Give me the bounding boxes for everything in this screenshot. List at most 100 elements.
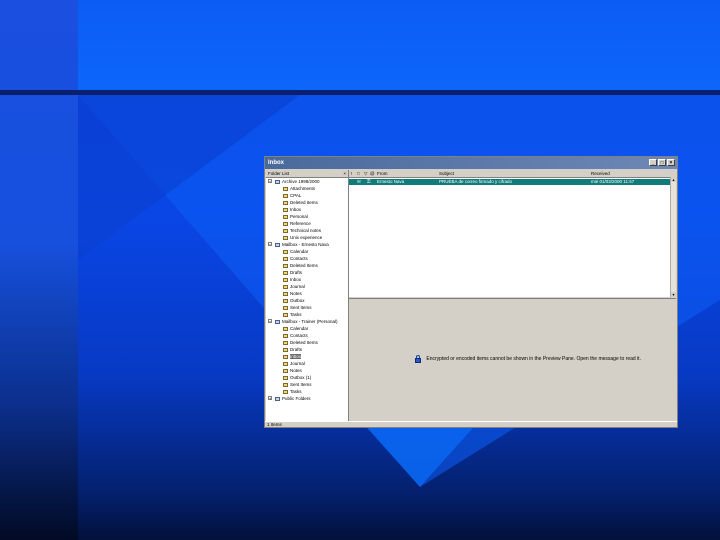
maximize-button[interactable]: □ <box>658 159 666 166</box>
tree-folder-item[interactable]: Outbox (1) <box>266 374 348 381</box>
tree-item-label: Tasks <box>290 389 302 394</box>
expand-icon[interactable]: + <box>268 396 272 401</box>
tree-folder-item[interactable]: Tasks <box>266 311 348 318</box>
scroll-up-arrow-icon[interactable]: ▴ <box>671 177 676 182</box>
folder-icon <box>283 347 288 352</box>
folder-icon <box>283 214 288 219</box>
folder-icon <box>283 249 288 254</box>
tree-item-label: Notes <box>290 368 302 373</box>
folder-icon <box>283 375 288 380</box>
tree-store-item[interactable]: + Public Folders <box>266 395 348 402</box>
tree-folder-item[interactable]: Journal <box>266 283 348 290</box>
message-list-header: ! □ ▽ @ From Subject Received <box>349 170 676 178</box>
tree-folder-item[interactable]: Contacts <box>266 332 348 339</box>
folder-list-close-icon[interactable]: × <box>343 170 346 177</box>
tree-folder-item[interactable]: Contacts <box>266 255 348 262</box>
minimize-button[interactable]: _ <box>649 159 657 166</box>
preview-pane: Encrypted or encoded items cannot be sho… <box>349 298 676 422</box>
folder-icon <box>283 270 288 275</box>
close-button[interactable]: × <box>667 159 675 166</box>
folder-list-title: Folder List <box>268 171 290 176</box>
folder-icon <box>283 368 288 373</box>
tree-item-label: Inbox <box>290 354 302 359</box>
folder-icon <box>283 186 288 191</box>
tree-folder-item[interactable]: Deleted Items <box>266 199 348 206</box>
window-title: Inbox <box>268 160 284 166</box>
tree-folder-item[interactable]: Journal <box>266 360 348 367</box>
message-list-scrollbar[interactable]: ▴ ▾ <box>670 177 676 297</box>
tree-folder-item[interactable]: Reference <box>266 220 348 227</box>
tree-item-label: Tasks <box>290 312 302 317</box>
message-received: mié 01/03/2000 11:57 <box>591 179 635 184</box>
tree-item-label: Contacts <box>290 333 308 338</box>
window-titlebar[interactable]: Inbox _ □ × <box>265 157 677 169</box>
tree-folder-item[interactable]: Calendar <box>266 248 348 255</box>
collapse-icon[interactable]: − <box>268 179 272 184</box>
envelope-icon: ✉ <box>357 179 361 184</box>
preview-notice: Encrypted or encoded items cannot be sho… <box>415 355 641 364</box>
importance-column-icon[interactable]: ! <box>351 170 352 177</box>
folder-icon <box>283 389 288 394</box>
tree-folder-item[interactable]: Notes <box>266 367 348 374</box>
tree-item-label: Calendar <box>290 249 309 254</box>
tree-store-item[interactable]: − Mailbox - Trainer (Personal) <box>266 318 348 325</box>
tree-folder-item[interactable]: Attachments <box>266 185 348 192</box>
folder-icon <box>283 305 288 310</box>
top-decor-band <box>78 0 720 92</box>
tree-store-item[interactable]: − Mailbox - Ernesto Nava <box>266 241 348 248</box>
tree-item-label: Public Folders <box>282 396 311 401</box>
tree-folder-item[interactable]: Tasks <box>266 388 348 395</box>
signed-icon: ⚿ <box>367 179 371 184</box>
message-from: Ernesto Nava <box>377 179 405 184</box>
tree-item-label: Drafts <box>290 347 303 352</box>
collapse-icon[interactable]: − <box>268 319 272 324</box>
subject-column-header[interactable]: Subject <box>439 170 454 177</box>
received-column-header[interactable]: Received <box>591 170 610 177</box>
tree-item-label: Reference <box>290 221 311 226</box>
tree-folder-item[interactable]: Notes <box>266 290 348 297</box>
type-column-icon[interactable]: □ <box>357 170 360 177</box>
tree-item-label: Inbox <box>290 207 302 212</box>
tree-item-label: Drafts <box>290 270 303 275</box>
outlook-window: Inbox _ □ × Folder List × − Archive 1998/… <box>264 156 678 428</box>
attachment-column-icon[interactable]: @ <box>370 170 375 177</box>
folder-icon <box>283 333 288 338</box>
tree-store-item[interactable]: − Archive 1998/2000 <box>266 178 348 185</box>
tree-folder-item[interactable]: Drafts <box>266 346 348 353</box>
tree-item-label: Archive 1998/2000 <box>282 179 320 184</box>
tree-folder-item[interactable]: Inbox <box>266 206 348 213</box>
folder-icon <box>283 382 288 387</box>
tree-folder-item[interactable]: Outbox <box>266 297 348 304</box>
tree-folder-item[interactable]: Sent Items <box>266 304 348 311</box>
tree-item-label: Outbox (1) <box>290 375 312 380</box>
folder-icon <box>283 193 288 198</box>
tree-folder-item[interactable]: Unix experience <box>266 234 348 241</box>
tree-item-label: Outbox <box>290 298 305 303</box>
folder-icon <box>283 312 288 317</box>
tree-folder-item[interactable]: Calendar <box>266 325 348 332</box>
folder-list-pane: Folder List × − Archive 1998/2000 Attachme… <box>266 170 349 421</box>
message-row[interactable]: ✉ ⚿ Ernesto Nava PRUEBA de correo firmad… <box>349 179 671 185</box>
folder-tree: − Archive 1998/2000 Attachments CPAL Deleted… <box>266 178 348 402</box>
tree-folder-item[interactable]: Sent Items <box>266 381 348 388</box>
folder-icon <box>283 340 288 345</box>
message-list-pane: ! □ ▽ @ From Subject Received ✉ ⚿ Ernest… <box>349 170 676 297</box>
folder-icon <box>283 326 288 331</box>
flag-column-icon[interactable]: ▽ <box>364 170 367 177</box>
folder-icon <box>283 200 288 205</box>
tree-item-label: Calendar <box>290 326 309 331</box>
tree-folder-item[interactable]: Drafts <box>266 269 348 276</box>
tree-item-label: Deleted Items <box>290 340 318 345</box>
tree-folder-item[interactable]: Personal <box>266 213 348 220</box>
tree-folder-item[interactable]: Technical notes <box>266 227 348 234</box>
tree-folder-item[interactable]: Deleted Items <box>266 339 348 346</box>
scroll-down-arrow-icon[interactable]: ▾ <box>671 292 676 297</box>
tree-folder-item[interactable]: Inbox <box>266 276 348 283</box>
collapse-icon[interactable]: − <box>268 242 272 247</box>
tree-folder-item[interactable]: CPAL <box>266 192 348 199</box>
tree-item-label: Unix experience <box>290 235 323 240</box>
folder-icon <box>283 256 288 261</box>
tree-folder-item[interactable]: Inbox <box>266 353 348 360</box>
from-column-header[interactable]: From <box>377 170 388 177</box>
tree-folder-item[interactable]: Deleted Items <box>266 262 348 269</box>
